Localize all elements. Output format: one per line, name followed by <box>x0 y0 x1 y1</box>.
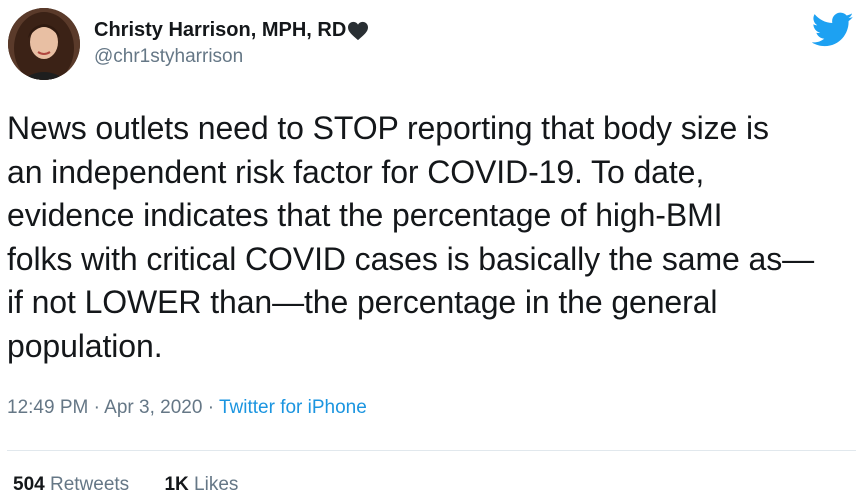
tweet-text-line: evidence indicates that the percentage o… <box>7 197 723 233</box>
likes-count: 1K <box>164 474 189 495</box>
retweets-stat[interactable]: 504 Retweets <box>13 474 129 496</box>
tweet-metadata: 12:49 PM · Apr 3, 2020 · Twitter for iPh… <box>7 397 367 419</box>
twitter-bird-icon[interactable] <box>811 12 854 48</box>
tweet-text-line: population. <box>7 327 163 364</box>
tweet-card: Christy Harrison, MPH, RD @chr1styharris… <box>0 0 863 499</box>
user-handle[interactable]: @chr1styharrison <box>94 46 369 68</box>
tweet-text-line: an independent risk factor for COVID-19.… <box>7 153 705 190</box>
meta-separator: · <box>88 397 105 418</box>
divider <box>7 450 856 451</box>
tweet-text-line: if not LOWER than—the percentage in the … <box>7 284 718 320</box>
tweet-stats: 504 Retweets 1K Likes <box>13 474 238 496</box>
tweet-text-line: folks with critical COVID cases is basic… <box>7 240 814 277</box>
tweet-text: News outlets need to STOP reporting that… <box>7 107 857 368</box>
display-name[interactable]: Christy Harrison, MPH, RD <box>94 19 346 42</box>
tweet-source-link[interactable]: Twitter for iPhone <box>219 397 367 418</box>
likes-stat[interactable]: 1K Likes <box>164 474 238 496</box>
tweet-date[interactable]: Apr 3, 2020 <box>104 397 202 418</box>
black-heart-icon <box>347 21 369 41</box>
avatar-image <box>8 8 80 80</box>
likes-label: Likes <box>194 474 239 495</box>
meta-separator: · <box>202 397 219 418</box>
avatar[interactable] <box>8 8 80 80</box>
tweet-text-line: News outlets need to STOP reporting that… <box>7 110 769 146</box>
retweets-count: 504 <box>13 474 45 495</box>
display-name-row: Christy Harrison, MPH, RD <box>94 17 369 43</box>
author-block: Christy Harrison, MPH, RD @chr1styharris… <box>94 17 369 68</box>
tweet-time[interactable]: 12:49 PM <box>7 397 88 418</box>
retweets-label: Retweets <box>49 474 130 495</box>
